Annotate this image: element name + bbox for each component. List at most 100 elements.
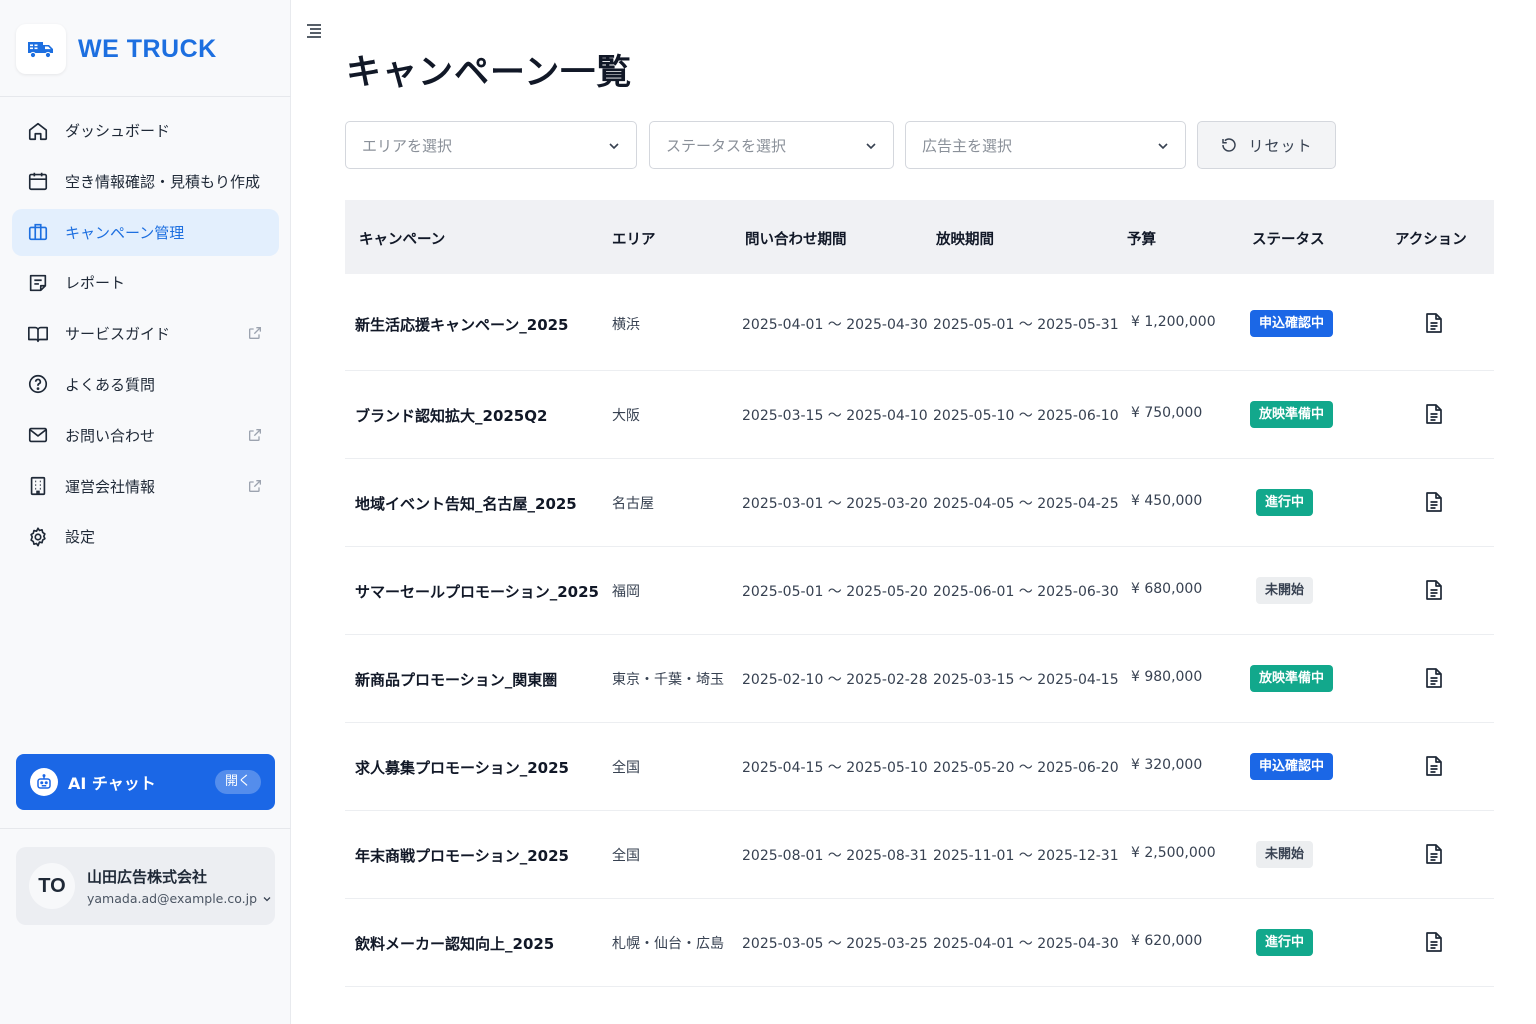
sidebar-item-label: 設定 <box>65 528 96 547</box>
budget-cell: ¥ 450,000 <box>1131 493 1203 509</box>
campaign-name[interactable]: ブランド認知拡大_2025Q2 <box>355 405 547 426</box>
campaign-name[interactable]: サマーセールプロモーション_2025 <box>355 581 599 602</box>
brand[interactable]: WE TRUCK <box>16 24 217 74</box>
advertiser-select-placeholder: 広告主を選択 <box>922 136 1013 155</box>
calendar-icon <box>26 169 50 193</box>
status-badge: 未開始 <box>1256 841 1314 868</box>
column-header-status[interactable]: ステータス <box>1252 228 1325 249</box>
inquiry-period-cell: 2025-03-01 〜 2025-03-20 <box>742 496 928 512</box>
column-header-area[interactable]: エリア <box>612 228 656 249</box>
area-cell: 横浜 <box>612 317 640 333</box>
document-icon[interactable] <box>1424 579 1444 601</box>
sidebar: WE TRUCK ダッシュボード 空き情報確認・見積もり作成 キャンペーン管理 <box>0 0 291 1024</box>
sidebar-item-service-guide[interactable]: サービスガイド <box>12 310 279 357</box>
area-cell: 全国 <box>612 760 640 776</box>
column-header-campaign[interactable]: キャンペーン <box>359 228 445 249</box>
sidebar-item-label: サービスガイド <box>65 325 171 344</box>
inquiry-period-cell: 2025-08-01 〜 2025-08-31 <box>742 848 928 864</box>
sidebar-item-label: キャンペーン管理 <box>65 223 185 242</box>
table-body: 新生活応援キャンペーン_2025 横浜 2025-04-01 〜 2025-04-3… <box>345 274 1494 987</box>
inquiry-period-cell: 2025-03-15 〜 2025-04-10 <box>742 408 928 424</box>
ai-chat-open-badge[interactable]: 開く <box>214 770 261 794</box>
sidebar-item-settings[interactable]: 設定 <box>12 513 279 560</box>
status-badge: 放映準備中 <box>1250 401 1334 428</box>
table-row[interactable]: 求人募集プロモーション_2025 全国 2025-04-15 〜 2025-05-1… <box>345 723 1494 811</box>
sidebar-item-label: よくある質問 <box>65 375 156 394</box>
area-select[interactable]: エリアを選択 <box>345 121 637 169</box>
broadcast-period-cell: 2025-04-05 〜 2025-04-25 <box>933 496 1119 512</box>
column-header-inquiry-period[interactable]: 問い合わせ期間 <box>745 228 847 249</box>
campaign-name[interactable]: 地域イベント告知_名古屋_2025 <box>355 493 577 514</box>
status-badge: 放映準備中 <box>1250 665 1334 692</box>
broadcast-period-cell: 2025-06-01 〜 2025-06-30 <box>933 584 1119 600</box>
campaign-name[interactable]: 飲料メーカー認知向上_2025 <box>355 933 554 954</box>
sidebar-item-faq[interactable]: よくある質問 <box>12 361 279 408</box>
budget-cell: ¥ 620,000 <box>1131 933 1203 949</box>
table-row[interactable]: 新生活応援キャンペーン_2025 横浜 2025-04-01 〜 2025-04-3… <box>345 274 1494 371</box>
column-header-budget[interactable]: 予算 <box>1127 228 1156 249</box>
chevron-down-icon <box>1158 143 1168 150</box>
brand-name: WE TRUCK <box>78 34 217 63</box>
sidebar-item-label: 運営会社情報 <box>65 477 156 496</box>
area-cell: 全国 <box>612 848 640 864</box>
user-menu[interactable]: TO 山田広告株式会社 yamada.ad@example.co.jp <box>16 847 275 925</box>
divider <box>0 96 291 97</box>
area-cell: 大阪 <box>612 408 640 424</box>
area-cell: 福岡 <box>612 584 640 600</box>
campaign-name[interactable]: 新生活応援キャンペーン_2025 <box>355 314 569 335</box>
sidebar-item-label: レポート <box>65 274 126 293</box>
budget-cell: ¥ 2,500,000 <box>1131 845 1216 861</box>
reset-button[interactable]: リセット <box>1197 121 1336 169</box>
advertiser-select[interactable]: 広告主を選択 <box>905 121 1186 169</box>
ai-chat-button[interactable]: AI チャット 開く <box>16 754 275 810</box>
sidebar-item-company[interactable]: 運営会社情報 <box>12 463 279 510</box>
status-select[interactable]: ステータスを選択 <box>649 121 894 169</box>
status-badge: 申込確認中 <box>1250 753 1334 780</box>
table-row[interactable]: サマーセールプロモーション_2025 福岡 2025-05-01 〜 2025-05… <box>345 547 1494 635</box>
campaign-name[interactable]: 新商品プロモーション_関東圏 <box>355 669 557 690</box>
page-title: キャンペーン一覧 <box>346 53 633 93</box>
table-row[interactable]: ブランド認知拡大_2025Q2 大阪 2025-03-15 〜 2025-04-10… <box>345 371 1494 459</box>
status-select-placeholder: ステータスを選択 <box>666 136 787 155</box>
document-icon[interactable] <box>1424 755 1444 777</box>
area-cell: 札幌・仙台・広島 <box>612 936 724 952</box>
robot-icon <box>30 768 58 796</box>
table-header: キャンペーン エリア 問い合わせ期間 放映期間 予算 ステータス アクション <box>345 200 1494 274</box>
sidebar-item-label: お問い合わせ <box>65 426 156 445</box>
sidebar-item-contact[interactable]: お問い合わせ <box>12 412 279 459</box>
column-header-broadcast-period[interactable]: 放映期間 <box>936 228 994 249</box>
broadcast-period-cell: 2025-05-20 〜 2025-06-20 <box>933 760 1119 776</box>
chevron-down-icon <box>609 143 619 150</box>
document-icon[interactable] <box>1424 403 1444 425</box>
table-row[interactable]: 地域イベント告知_名古屋_2025 名古屋 2025-03-01 〜 2025-03… <box>345 459 1494 547</box>
sidebar-item-availability[interactable]: 空き情報確認・見積もり作成 <box>12 158 279 205</box>
chevron-down-icon <box>263 896 271 901</box>
broadcast-period-cell: 2025-03-15 〜 2025-04-15 <box>933 672 1119 688</box>
sidebar-item-dashboard[interactable]: ダッシュボード <box>12 107 279 154</box>
sidebar-item-report[interactable]: レポート <box>12 259 279 306</box>
status-badge: 進行中 <box>1256 489 1314 516</box>
inquiry-period-cell: 2025-03-05 〜 2025-03-25 <box>742 936 928 952</box>
sidebar-item-campaigns[interactable]: キャンペーン管理 <box>12 208 279 256</box>
external-link-icon <box>247 427 263 443</box>
document-icon[interactable] <box>1424 931 1444 953</box>
table-row[interactable]: 年末商戦プロモーション_2025 全国 2025-08-01 〜 2025-08-3… <box>345 811 1494 899</box>
document-icon[interactable] <box>1424 667 1444 689</box>
campaign-table: キャンペーン エリア 問い合わせ期間 放映期間 予算 ステータス アクション 新… <box>345 200 1494 987</box>
sidebar-item-label: 空き情報確認・見積もり作成 <box>65 172 261 191</box>
budget-cell: ¥ 980,000 <box>1131 669 1203 685</box>
user-email: yamada.ad@example.co.jp <box>87 891 258 906</box>
document-icon[interactable] <box>1424 491 1444 513</box>
campaign-name[interactable]: 年末商戦プロモーション_2025 <box>355 845 569 866</box>
mail-icon <box>26 423 50 447</box>
menu-toggle-icon[interactable] <box>305 21 323 39</box>
document-icon[interactable] <box>1424 843 1444 865</box>
inquiry-period-cell: 2025-02-10 〜 2025-02-28 <box>742 672 928 688</box>
reset-icon <box>1222 138 1237 152</box>
inquiry-period-cell: 2025-04-01 〜 2025-04-30 <box>742 317 928 333</box>
table-row[interactable]: 新商品プロモーション_関東圏 東京・千葉・埼玉 2025-02-10 〜 2025-… <box>345 635 1494 723</box>
home-icon <box>26 119 50 143</box>
campaign-name[interactable]: 求人募集プロモーション_2025 <box>355 757 569 778</box>
table-row[interactable]: 飲料メーカー認知向上_2025 札幌・仙台・広島 2025-03-05 〜 2025… <box>345 899 1494 987</box>
document-icon[interactable] <box>1424 312 1444 334</box>
